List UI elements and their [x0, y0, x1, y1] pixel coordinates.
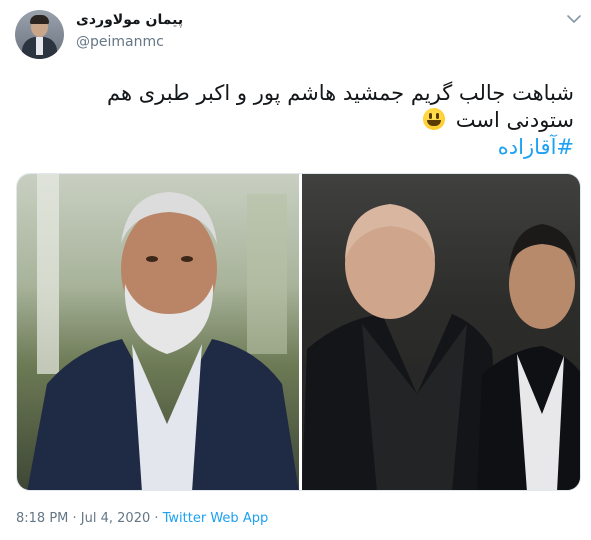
tweet-date[interactable]: Jul 4, 2020 — [81, 511, 150, 526]
tweet-source-link[interactable]: Twitter Web App — [163, 511, 269, 526]
photo-right-figures — [302, 174, 580, 490]
grinning-face-emoji — [423, 108, 446, 130]
media-grid — [16, 173, 581, 491]
avatar-shirt — [36, 37, 43, 55]
photo-right[interactable] — [302, 174, 580, 490]
tweet-text-line2: ستودنی است — [455, 108, 574, 132]
meta-separator-1: · — [68, 511, 81, 526]
photo-left-figure — [27, 174, 299, 490]
photo-left[interactable] — [17, 174, 299, 490]
avatar-hair — [30, 15, 49, 24]
chevron-down-icon[interactable] — [565, 12, 583, 26]
display-name[interactable]: پیمان مولاوردی — [76, 12, 183, 28]
tweet-meta: 8:18 PM · Jul 4, 2020 · Twitter Web App — [16, 511, 268, 526]
meta-separator-2: · — [150, 511, 163, 526]
tweet-text-line2-wrap: ستودنی است — [14, 107, 574, 134]
tweet-text: شباهت جالب گریم جمشید هاشم پور و اکبر طب… — [14, 80, 574, 161]
tweet-hashtag-wrap: #آقازاده — [14, 134, 574, 161]
tweet-card: پیمان مولاوردی @peimanmc شباهت جالب گریم… — [0, 0, 591, 540]
hashtag-link[interactable]: #آقازاده — [498, 135, 574, 159]
tweet-time[interactable]: 8:18 PM — [16, 511, 68, 526]
user-handle[interactable]: @peimanmc — [76, 34, 164, 50]
avatar[interactable] — [15, 10, 64, 59]
tweet-text-line1: شباهت جالب گریم جمشید هاشم پور و اکبر طب… — [106, 81, 574, 105]
